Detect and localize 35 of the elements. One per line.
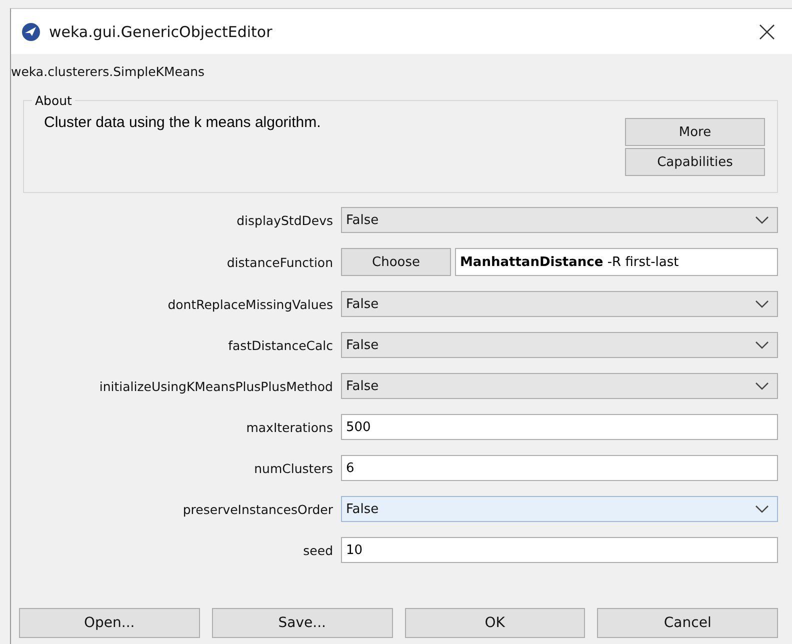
class-name: weka.clusterers.SimpleKMeans (11, 64, 206, 79)
property-label: preserveInstancesOrder (182, 502, 333, 516)
about-button[interactable]: Capabilities (625, 148, 765, 176)
property-label: numClusters (253, 460, 333, 476)
property-label: dontReplaceMissingValues (166, 296, 333, 312)
property-label: seed (302, 542, 333, 558)
property-label: initializeUsingKMeansPlusPlusMethod (98, 378, 333, 394)
property-label: fastDistanceCalc (227, 338, 333, 352)
dropdown[interactable]: False (341, 332, 778, 358)
chevron-down-icon (755, 341, 769, 349)
dialog-button[interactable]: Open... (19, 608, 200, 638)
dialog-button[interactable]: OK (404, 608, 586, 638)
text-field[interactable]: 6 (341, 455, 778, 481)
dropdown[interactable]: False (341, 207, 778, 233)
chevron-down-icon (755, 216, 769, 224)
chevron-down-icon (755, 300, 769, 308)
about-legend: About (32, 93, 75, 108)
dropdown[interactable]: False (341, 496, 778, 522)
property-label: maxIterations (245, 420, 333, 434)
property-label: displayStdDevs (236, 212, 333, 228)
window-title: weka.gui.GenericObjectEditor (49, 22, 274, 40)
close-icon (758, 22, 776, 40)
dialog-button[interactable]: Cancel (597, 608, 778, 638)
dialog-button[interactable]: Save... (212, 608, 392, 638)
dropdown[interactable]: False (341, 373, 778, 399)
chevron-down-icon (755, 505, 769, 513)
about-text: Cluster data using the k means algorithm. (44, 114, 321, 133)
text-field[interactable]: 10 (341, 537, 778, 563)
text-field[interactable]: 500 (341, 414, 778, 440)
choose-button[interactable]: Choose (341, 248, 451, 276)
chooser-value-field[interactable]: ManhattanDistance -R first-last (455, 248, 778, 276)
property-label: distanceFunction (226, 254, 333, 270)
chevron-down-icon (755, 382, 769, 390)
about-button[interactable]: More (625, 118, 765, 146)
dropdown[interactable]: False (341, 291, 778, 317)
